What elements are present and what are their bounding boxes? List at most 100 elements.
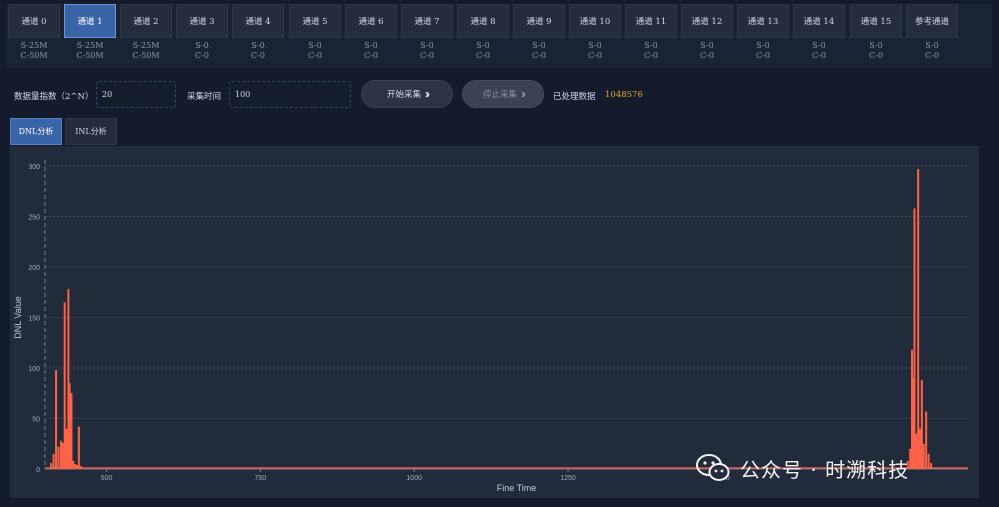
x-tick-label: 750: [255, 475, 267, 482]
dnl-bar: [68, 383, 71, 469]
exponent-input[interactable]: [96, 81, 176, 108]
channel-sample-rate: S-0: [195, 41, 209, 50]
channel-button[interactable]: 通道 1: [64, 4, 116, 38]
channel-clock-rate: C-0: [644, 51, 658, 60]
channel-button[interactable]: 通道 7: [401, 4, 453, 38]
channel-9: 通道 9 S-0 C-0: [513, 4, 565, 61]
channel-5: 通道 5 S-0 C-0: [289, 4, 341, 61]
channel-button[interactable]: 通道 8: [457, 4, 509, 38]
y-tick-label: 100: [28, 366, 40, 373]
dnl-bar: [55, 370, 58, 469]
channel-button[interactable]: 通道 9: [513, 4, 565, 38]
dnl-bar: [63, 302, 66, 469]
x-axis-title: Fine Time: [497, 483, 537, 493]
channel-6: 通道 6 S-0 C-0: [345, 4, 397, 61]
channel-button[interactable]: 通道 15: [850, 4, 902, 38]
channel-sample-rate: S-0: [644, 41, 658, 50]
channel-clock-rate: C-0: [588, 51, 602, 60]
dnl-bar: [79, 465, 82, 469]
dnl-bar: [70, 393, 73, 469]
channel-clock-rate: C-0: [869, 51, 883, 60]
tab-inl[interactable]: INL分析: [65, 118, 117, 145]
y-tick-label: 250: [28, 215, 40, 222]
channel-sample-rate: S-25M: [20, 41, 48, 50]
channel-button[interactable]: 通道 14: [793, 4, 845, 38]
channel-info: S-0 C-0: [737, 41, 789, 61]
duration-label: 采集时间: [187, 92, 222, 102]
dnl-bar: [75, 464, 78, 469]
y-tick-label: 0: [36, 467, 40, 474]
y-tick-label: 150: [28, 316, 40, 323]
start-button-label: 开始采集: [386, 89, 421, 99]
channel-button[interactable]: 通道 4: [232, 4, 284, 38]
channel-button[interactable]: 通道 13: [737, 4, 789, 38]
channel-0: 通道 0 S-25M C-50M: [8, 4, 60, 61]
channel-14: 通道 14 S-0 C-0: [793, 4, 845, 61]
channel-button[interactable]: 通道 3: [176, 4, 228, 38]
dnl-bar: [52, 453, 55, 469]
dnl-bar: [57, 446, 60, 469]
y-tick-label: 50: [32, 417, 40, 424]
channel-4: 通道 4 S-0 C-0: [232, 4, 284, 61]
channel-info: S-25M C-50M: [120, 41, 172, 61]
channel-clock-rate: C-0: [308, 51, 322, 60]
channel-info: S-0 C-0: [457, 41, 509, 61]
dnl-bar: [77, 426, 80, 469]
channel-clock-rate: C-50M: [20, 51, 48, 60]
dnl-chart: 050100150200250300500750100012501500Fine…: [13, 160, 968, 493]
double-chevron-right-icon: ››: [425, 87, 430, 101]
channel-12: 通道 12 S-0 C-0: [681, 4, 733, 61]
channel-button[interactable]: 通道 10: [569, 4, 621, 38]
dnl-bar: [909, 448, 912, 469]
channel-15: 通道 15 S-0 C-0: [850, 4, 902, 61]
channel-button[interactable]: 通道 2: [120, 4, 172, 38]
channel-sample-rate: S-0: [925, 41, 939, 50]
channel-button[interactable]: 通道 12: [681, 4, 733, 38]
channel-sample-rate: S-25M: [76, 41, 104, 50]
channel-1: 通道 1 S-25M C-50M: [64, 4, 116, 61]
channel-8: 通道 8 S-0 C-0: [457, 4, 509, 61]
dnl-bar: [61, 442, 64, 469]
channel-sample-rate: S-0: [812, 41, 826, 50]
watermark-text: 公众号 · 时溯科技: [740, 457, 910, 482]
channel-sample-rate: S-0: [308, 41, 322, 50]
channel-info: S-0 C-0: [850, 41, 902, 61]
channel-button[interactable]: 通道 11: [625, 4, 677, 38]
y-tick-label: 200: [28, 265, 40, 272]
dnl-bar: [925, 411, 928, 469]
dnl-bar: [72, 460, 75, 469]
channel-clock-rate: C-0: [700, 51, 714, 60]
dnl-bar: [59, 440, 62, 469]
channel-button[interactable]: 参考通道: [906, 4, 958, 38]
channel-strip: 通道 0 S-25M C-50M 通道 1 S-25M C-50M 通道 2 S-25M C-5…: [6, 4, 992, 68]
channel-info: S-0 C-0: [176, 41, 228, 61]
dnl-bar: [74, 463, 77, 469]
channel-info: S-0 C-0: [625, 41, 677, 61]
dnl-bar: [50, 462, 53, 469]
x-tick-label: 1250: [560, 475, 576, 482]
channel-sample-rate: S-0: [700, 41, 714, 50]
channel-clock-rate: C-50M: [132, 51, 160, 60]
duration-input[interactable]: [229, 81, 351, 108]
stop-button[interactable]: 停止采集 ››: [462, 80, 544, 108]
channel-sample-rate: S-0: [364, 41, 378, 50]
channel-info: S-0 C-0: [681, 41, 733, 61]
processed-value: 1048576: [605, 90, 643, 100]
channel-sample-rate: S-0: [251, 41, 265, 50]
dnl-bar: [919, 428, 922, 469]
channel-sample-rate: S-0: [532, 41, 546, 50]
channel-clock-rate: C-0: [756, 51, 770, 60]
dnl-bar: [930, 462, 933, 469]
dnl-bar: [927, 453, 930, 469]
tab-dnl[interactable]: DNL分析: [10, 118, 62, 145]
channel-info: S-0 C-0: [345, 41, 397, 61]
tab-inl-label: INL分析: [75, 127, 107, 136]
dnl-bar: [917, 169, 920, 469]
channel-button[interactable]: 通道 0: [8, 4, 60, 38]
channel-button[interactable]: 通道 5: [289, 4, 341, 38]
y-tick-label: 300: [28, 164, 40, 171]
control-row: 数据量指数（2^N） 采集时间 开始采集 ›› 停止采集 ›› 已处理数据 10…: [0, 80, 999, 110]
channel-sample-rate: S-0: [869, 41, 883, 50]
channel-button[interactable]: 通道 6: [345, 4, 397, 38]
start-button[interactable]: 开始采集 ››: [361, 80, 453, 108]
